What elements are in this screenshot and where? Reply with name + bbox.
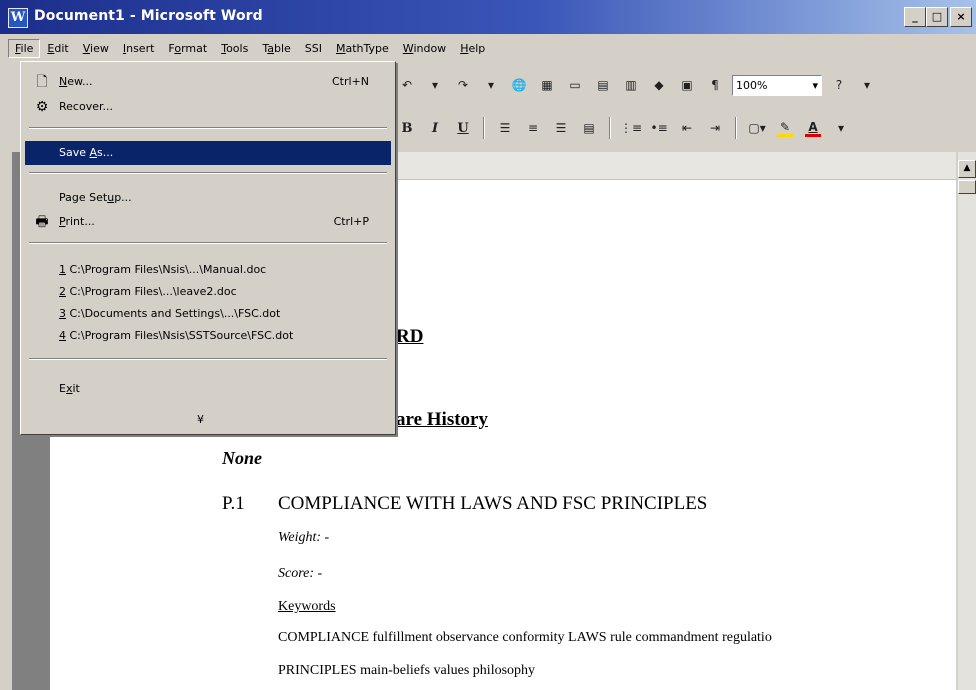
recent-file-2[interactable]: 2 C:\Program Files\...\leave2.doc <box>25 280 391 304</box>
undo-dropdown-icon[interactable]: ▾ <box>424 74 446 96</box>
scroll-thumb[interactable] <box>958 180 976 194</box>
menu-separator <box>29 242 387 244</box>
undo-button[interactable]: ↶ <box>396 74 418 96</box>
zoom-value: 100% <box>736 78 768 92</box>
window-controls: _ □ × <box>904 7 972 27</box>
score-text: Score: - <box>278 566 323 581</box>
chevron-down-icon: ▾ <box>812 78 818 92</box>
align-right-icon[interactable]: ☰ <box>550 117 572 139</box>
menu-item-print[interactable]: 🖶 Print... Ctrl+P <box>25 210 391 234</box>
maximize-button[interactable]: □ <box>926 7 948 27</box>
menu-help[interactable]: Help <box>453 39 492 58</box>
menu-format[interactable]: Format <box>161 39 214 58</box>
menu-item-save-as[interactable]: Save As... <box>25 141 391 165</box>
keywords-line-2: PRINCIPLES main-beliefs values philosoph… <box>278 663 536 678</box>
columns-icon[interactable]: ▥ <box>620 74 642 96</box>
drawing-icon[interactable]: ◆ <box>648 74 670 96</box>
printer-icon: 🖶 <box>35 214 49 230</box>
shortcut-text: Ctrl+N <box>331 75 369 88</box>
help-icon[interactable]: ? <box>828 74 850 96</box>
new-document-icon: 🗋 <box>36 74 48 90</box>
window-title: Document1 - Microsoft Word <box>34 8 263 24</box>
menu-bar: File Edit View Insert Format Tools Table… <box>8 36 492 60</box>
menu-mathtype[interactable]: MathType <box>329 39 396 58</box>
recent-file-3[interactable]: 3 C:\Documents and Settings\...\FSC.dot <box>25 302 391 326</box>
menu-tools[interactable]: Tools <box>214 39 255 58</box>
document-heading-fragment: RD <box>396 326 424 347</box>
standard-toolbar: ↶ ▾ ↷ ▾ 🌐 ▦ ▭ ▤ ▥ ◆ ▣ ¶ 100% ▾ ? ▾ <box>396 68 878 102</box>
italic-button[interactable]: I <box>424 117 446 139</box>
title-bar: W Document1 - Microsoft Word _ □ × <box>0 0 976 34</box>
toolbar-separator <box>735 117 738 139</box>
increase-indent-icon[interactable]: ⇥ <box>704 117 726 139</box>
borders-icon[interactable]: ▢▾ <box>746 117 768 139</box>
vertical-scrollbar[interactable]: ▲ <box>958 152 976 690</box>
menu-edit[interactable]: Edit <box>40 39 75 58</box>
toolbar-options-icon[interactable]: ▾ <box>830 117 852 139</box>
file-menu-dropdown: 🗋 New... Ctrl+N ⚙ Recover... Save As... … <box>20 61 396 435</box>
keywords-line-1: COMPLIANCE fulfillment observance confor… <box>278 630 772 645</box>
word-app-icon[interactable]: W <box>8 8 28 28</box>
bold-button[interactable]: B <box>396 117 418 139</box>
menu-window[interactable]: Window <box>396 39 453 58</box>
expand-menu-chevron-icon[interactable]: ¥ <box>197 413 204 426</box>
highlight-swatch <box>777 133 794 137</box>
menu-view[interactable]: View <box>76 39 116 58</box>
highlight-icon[interactable]: ✎ <box>774 117 796 139</box>
font-color-button[interactable]: A <box>802 117 824 139</box>
align-left-icon[interactable]: ☰ <box>494 117 516 139</box>
redo-dropdown-icon[interactable]: ▾ <box>480 74 502 96</box>
keywords-label: Keywords <box>278 599 336 614</box>
recover-icon: ⚙ <box>35 99 49 115</box>
section-title: COMPLIANCE WITH LAWS AND FSC PRINCIPLES <box>278 493 708 514</box>
decrease-indent-icon[interactable]: ⇤ <box>676 117 698 139</box>
bullets-icon[interactable]: •≡ <box>648 117 670 139</box>
document-map-icon[interactable]: ▣ <box>676 74 698 96</box>
shortcut-text: Ctrl+P <box>333 215 369 228</box>
menu-item-page-setup[interactable]: Page Setup... <box>25 186 391 210</box>
menu-table[interactable]: Table <box>255 39 297 58</box>
minimize-button[interactable]: _ <box>904 7 926 27</box>
toolbar-separator <box>483 117 485 139</box>
underline-button[interactable]: U <box>452 117 474 139</box>
recent-file-4[interactable]: 4 C:\Program Files\Nsis\SSTSource\FSC.do… <box>25 324 391 348</box>
menu-ssi[interactable]: SSI <box>298 39 329 58</box>
justify-icon[interactable]: ▤ <box>578 117 600 139</box>
menu-file[interactable]: File <box>8 38 41 58</box>
menu-separator <box>29 358 387 360</box>
insert-table-icon[interactable]: ▭ <box>564 74 586 96</box>
numbering-icon[interactable]: ⋮≡ <box>620 117 642 139</box>
recent-file-1[interactable]: 1 C:\Program Files\Nsis\...\Manual.doc <box>25 258 391 282</box>
tables-borders-icon[interactable]: ▦ <box>536 74 558 96</box>
redo-button[interactable]: ↷ <box>452 74 474 96</box>
menu-item-exit[interactable]: Exit <box>25 377 391 401</box>
document-none-text: None <box>222 448 262 468</box>
menu-item-recover[interactable]: ⚙ Recover... <box>25 95 391 119</box>
scroll-up-arrow-icon[interactable]: ▲ <box>958 160 976 178</box>
section-number: P.1 <box>222 493 245 514</box>
menu-insert[interactable]: Insert <box>116 39 162 58</box>
font-color-swatch <box>805 133 822 137</box>
menu-separator <box>29 172 387 174</box>
menu-separator <box>29 127 387 129</box>
align-center-icon[interactable]: ≡ <box>522 117 544 139</box>
toolbar-separator <box>609 117 611 139</box>
web-globe-icon[interactable]: 🌐 <box>508 74 530 96</box>
formatting-toolbar: B I U ☰ ≡ ☰ ▤ ⋮≡ •≡ ⇤ ⇥ ▢▾ ✎ A ▾ <box>396 111 852 145</box>
menu-item-new[interactable]: 🗋 New... Ctrl+N <box>25 70 391 94</box>
weight-text: Weight: - <box>278 530 330 545</box>
show-hide-pilcrow-icon[interactable]: ¶ <box>704 74 726 96</box>
insert-excel-icon[interactable]: ▤ <box>592 74 614 96</box>
close-button[interactable]: × <box>950 7 972 27</box>
document-history-fragment: are History <box>396 409 488 430</box>
zoom-select[interactable]: 100% ▾ <box>732 74 822 96</box>
toolbar-options-icon[interactable]: ▾ <box>856 74 878 96</box>
